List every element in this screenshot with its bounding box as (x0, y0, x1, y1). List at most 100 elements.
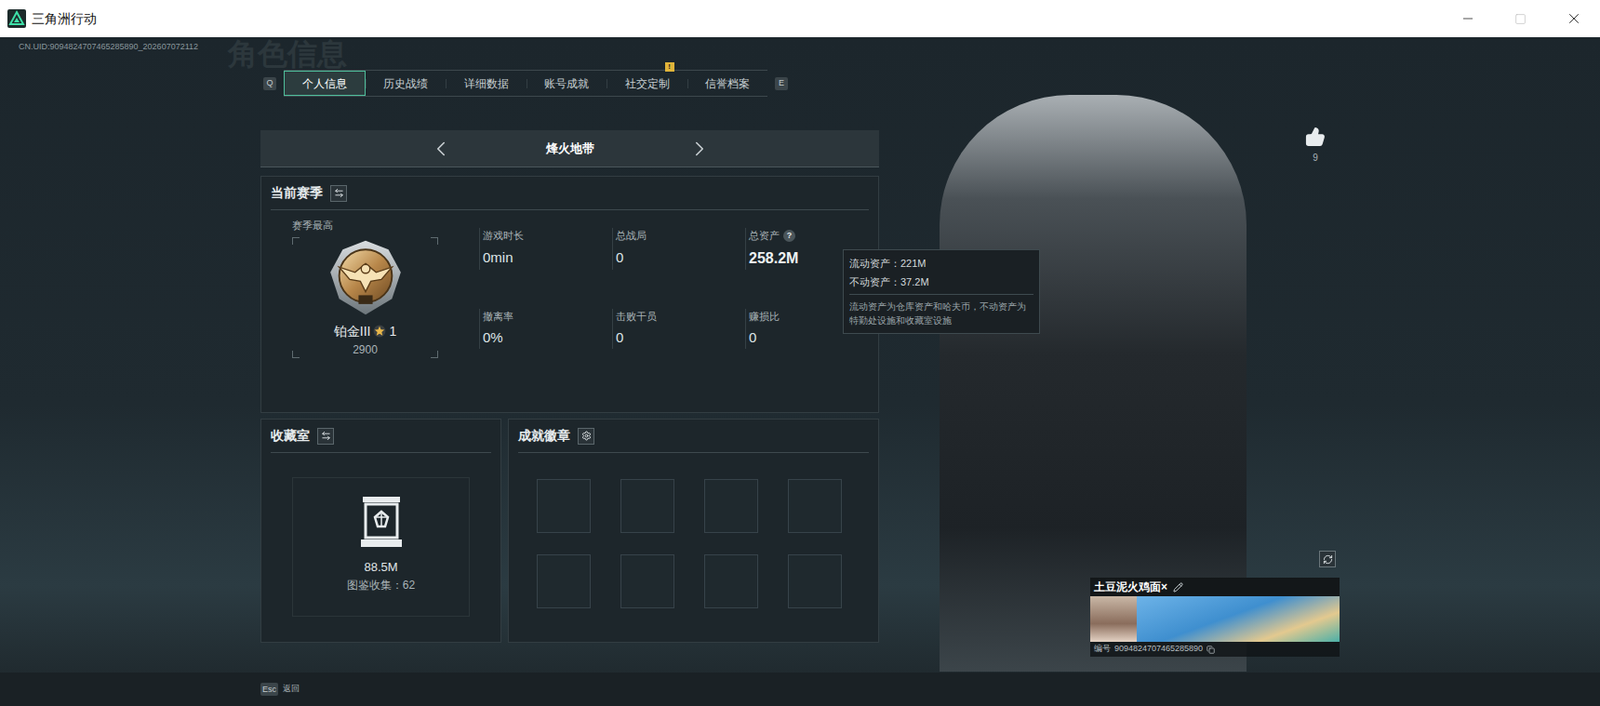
stat-label: 赚损比 (748, 308, 780, 325)
tab[interactable]: 社交定制! (607, 70, 688, 96)
stat-value: 0 (615, 247, 746, 269)
title-bar: 三角洲行动 (0, 0, 1600, 38)
profile-screen: CN.UID:9094824707465285890_202607072112 角… (0, 37, 1600, 706)
close-button[interactable] (1546, 0, 1600, 38)
tab-badge: ! (665, 62, 675, 72)
footer-bar: Esc返回 (0, 672, 1600, 706)
window-title: 三角洲行动 (31, 9, 97, 29)
tab-separator (365, 79, 367, 89)
uid-label: CN.UID:9094824707465285890_202607072112 (18, 40, 199, 54)
season-best-label: 赛季最高 (292, 217, 439, 234)
season-header: 当前赛季 (270, 176, 869, 211)
collection-header: 收藏室 (270, 419, 492, 454)
stat-label: 总资产 (748, 227, 780, 244)
avatar-image (1090, 596, 1137, 642)
stat-label: 撤离率 (482, 308, 514, 325)
help-button[interactable]: ? (783, 229, 796, 242)
tab[interactable]: 详细数据 (446, 70, 527, 96)
panel-action-button[interactable] (317, 427, 334, 445)
player-id-label: 编号 (1093, 642, 1111, 656)
tab-separator (445, 79, 447, 89)
rank-medal-icon (322, 237, 409, 319)
stat-item: 总战局 0 (612, 227, 746, 270)
badge-slot[interactable] (704, 479, 759, 534)
stat-label: 总战局 (615, 227, 647, 244)
player-id: 9094824707465285890 (1114, 642, 1203, 656)
likes-count: 9 (1312, 150, 1319, 165)
stat-value: 0min (482, 247, 613, 269)
season-panel: 当前赛季赛季最高铂金III12900游戏时长0min总战局0总资产?258.2M… (260, 175, 880, 414)
tab[interactable]: 个人信息 (283, 70, 366, 96)
maximize-button[interactable] (1493, 0, 1547, 38)
refresh-button[interactable] (1319, 550, 1336, 568)
tooltip-line: 流动资产：221M (849, 255, 1034, 272)
prev-tab-key[interactable]: Q (263, 77, 277, 91)
tab-bar: Q 个人信息历史战绩详细数据账号成就社交定制!信誉档案 E (260, 69, 880, 97)
thumbs-up-icon (1305, 126, 1326, 147)
tab-separator (606, 79, 608, 89)
rank-star-icon (373, 324, 387, 338)
profile-card: 土豆泥火鸡面× 编号9094824707465285890 (1090, 577, 1340, 657)
badge-slot[interactable] (787, 554, 842, 609)
gear-icon (581, 430, 592, 441)
player-name: 土豆泥火鸡面× (1093, 578, 1168, 596)
tab[interactable]: 账号成就 (527, 70, 608, 96)
stat-value: 0 (615, 327, 746, 349)
stat-label: 击败干员 (615, 308, 657, 325)
tab-separator (526, 79, 528, 89)
tab-separator (687, 79, 689, 89)
tab[interactable]: 信誉档案 (688, 70, 769, 96)
stat-value: 0% (482, 327, 613, 349)
left-column: Q 个人信息历史战绩详细数据账号成就社交定制!信誉档案 E 烽火地带当前赛季赛季最高铂… (0, 37, 880, 643)
assets-tooltip: 流动资产：221M 不动资产：37.2M 流动资产为仓库资产和哈夫币，不动资产为特勤… (842, 249, 1040, 334)
tooltip-note: 流动资产为仓库资产和哈夫币，不动资产为特勤处设施和收藏室设施 (849, 299, 1034, 328)
switch-icon (320, 430, 332, 441)
game-logo-icon (7, 9, 27, 28)
copy-icon[interactable] (1206, 645, 1215, 654)
close-icon (1565, 10, 1583, 27)
switch-icon (333, 187, 345, 199)
badge-slot[interactable] (536, 479, 591, 534)
tab[interactable]: 历史战绩 (366, 70, 447, 96)
rank-name: 铂金III (333, 321, 372, 342)
stat-item: 击败干员 0 (612, 308, 746, 349)
edit-icon[interactable] (1173, 582, 1184, 593)
badge-slot[interactable] (620, 554, 675, 609)
next-tab-key[interactable]: E (774, 77, 788, 91)
next-mode-icon[interactable] (687, 136, 712, 161)
achievements-panel: 成就徽章 (507, 418, 880, 643)
rank-score: 2900 (352, 341, 378, 359)
refresh-icon (1322, 554, 1334, 565)
panel-title: 收藏室 (270, 426, 310, 446)
panel-title: 成就徽章 (518, 426, 571, 446)
background-title: 角色信息 (227, 39, 347, 69)
maximize-icon (1514, 13, 1527, 26)
badge-slot[interactable] (704, 554, 759, 609)
rank-stars: 1 (388, 321, 397, 342)
season-stats: 游戏时长0min总战局0总资产?258.2M撤离率0%击败干员0赚损比0 (479, 227, 879, 359)
season-best: 赛季最高铂金III 1 2900 (292, 217, 439, 359)
badge-slot[interactable] (620, 479, 675, 534)
collection-caption: 图鉴收集：62 (346, 576, 415, 594)
panel-action-button[interactable] (330, 185, 347, 202)
panel-action-button[interactable] (577, 427, 595, 445)
achievements-header: 成就徽章 (518, 419, 869, 454)
back-label[interactable]: 返回 (282, 682, 300, 696)
badge-slot[interactable] (536, 554, 591, 609)
panel-title: 当前赛季 (270, 183, 323, 203)
stat-label: 游戏时长 (482, 227, 524, 244)
previous-mode-icon[interactable] (428, 136, 454, 161)
badge-slot[interactable] (787, 479, 842, 534)
minimize-button[interactable] (1440, 0, 1494, 38)
collection-panel: 收藏室 88.5M图鉴收集：62 (260, 418, 502, 643)
back-key[interactable]: Esc (260, 682, 279, 696)
tooltip-line: 不动资产：37.2M (849, 274, 1034, 291)
collection-value: 88.5M (363, 558, 398, 577)
mode-title: 烽火地带 (546, 139, 595, 159)
app-window: 三角洲行动 CN.UID:9094824707465285890_20260707… (0, 0, 1600, 706)
likes[interactable]: 9 (1305, 126, 1326, 165)
stat-item: 撤离率 0% (479, 308, 613, 349)
display-case-icon (357, 493, 406, 551)
banner-image (1136, 596, 1340, 642)
stat-item: 游戏时长 0min (479, 227, 613, 270)
